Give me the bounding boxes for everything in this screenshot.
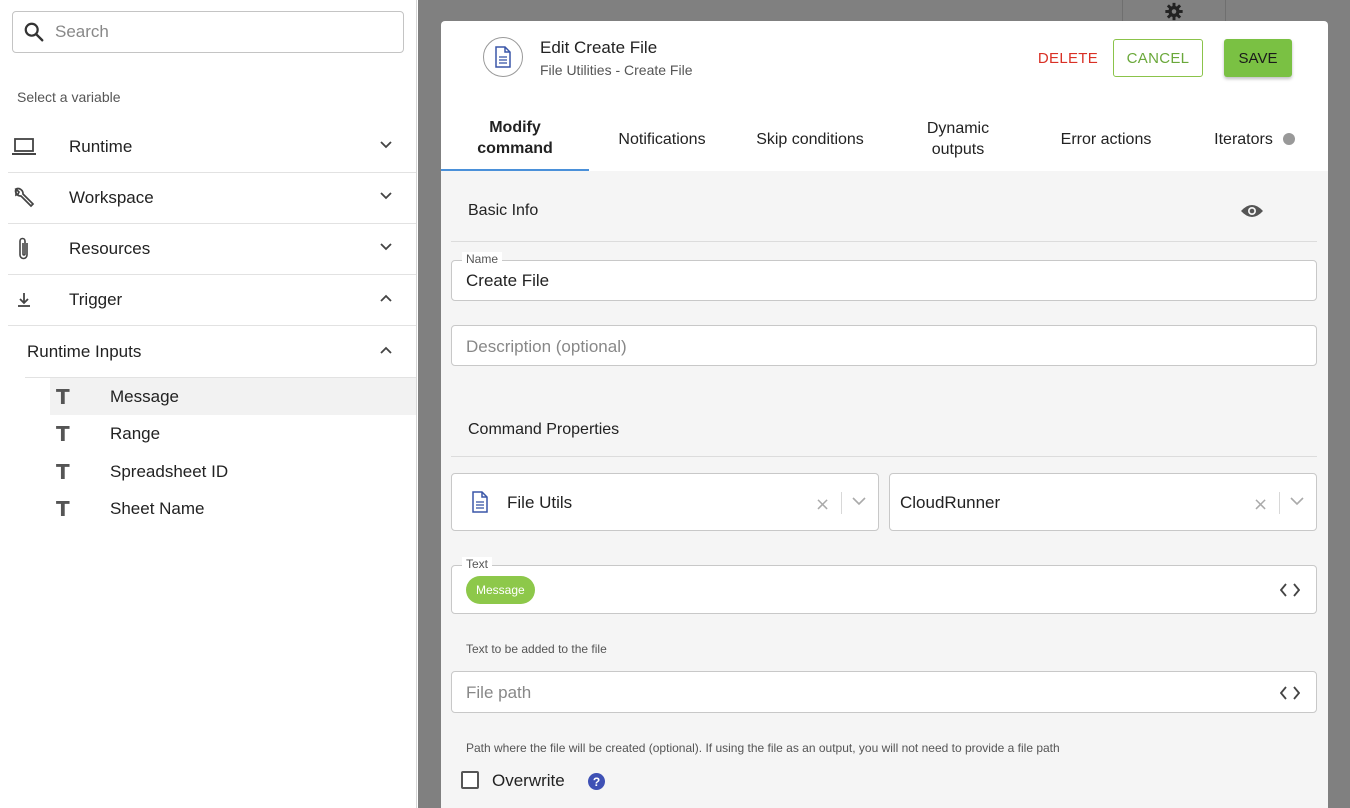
cancel-button[interactable]: CANCEL [1113, 39, 1203, 77]
variable-chip-message[interactable]: Message [466, 576, 535, 604]
divider [451, 456, 1317, 457]
tab-bar: Modify command Notifications Skip conditi… [441, 107, 1328, 171]
save-button[interactable]: SAVE [1224, 39, 1292, 77]
chevron-down-icon[interactable] [380, 243, 392, 251]
chevron-up-icon[interactable] [380, 346, 392, 354]
text-type-icon: T [56, 496, 70, 521]
runner-select[interactable]: CloudRunner × [889, 473, 1317, 531]
group-label: Workspace [69, 188, 154, 207]
modal-title: Edit Create File [540, 38, 658, 57]
delete-button[interactable]: DELETE [1019, 39, 1117, 77]
subgroup-label: Runtime Inputs [27, 342, 142, 361]
group-trigger[interactable]: Trigger [8, 275, 416, 326]
description-field[interactable]: Description (optional) [451, 325, 1317, 366]
help-icon[interactable]: ? [588, 773, 605, 790]
tab-label: command [477, 140, 553, 157]
overwrite-label: Overwrite [492, 771, 565, 790]
basic-info-title: Basic Info [468, 202, 539, 219]
text-type-icon: T [56, 384, 70, 409]
tab-label: Dynamic [926, 120, 990, 137]
text-helper: Text to be added to the file [466, 642, 607, 656]
document-icon [483, 37, 523, 77]
group-label: Resources [69, 239, 151, 258]
group-runtime[interactable]: Runtime [8, 122, 416, 173]
modal-subtitle: File Utilities - Create File [540, 62, 693, 78]
variable-item-message[interactable]: T Message [50, 378, 416, 415]
description-input[interactable]: Description (optional) [466, 337, 627, 357]
tab-error-actions[interactable]: Error actions [1031, 107, 1181, 171]
select-variable-label: Select a variable [17, 89, 121, 105]
chevron-down-icon[interactable] [380, 192, 392, 200]
clear-icon[interactable]: × [815, 494, 830, 515]
eye-icon[interactable] [1240, 203, 1264, 219]
search-input[interactable] [55, 22, 355, 42]
integration-value: File Utils [507, 493, 573, 512]
overwrite-checkbox[interactable] [461, 771, 479, 789]
select-separator [841, 492, 842, 514]
variable-item-range[interactable]: T Range [50, 415, 416, 452]
file-path-input[interactable]: File path [466, 683, 531, 703]
variable-label: Range [110, 423, 161, 443]
divider [451, 241, 1317, 242]
variable-panel: Select a variable Runtime Workspace Reso… [0, 0, 417, 808]
group-workspace[interactable]: Workspace [8, 173, 416, 224]
tab-skip-conditions[interactable]: Skip conditions [735, 107, 885, 171]
chevron-down-icon[interactable] [1290, 497, 1304, 506]
tab-label: Error actions [1060, 130, 1152, 148]
name-field-label: Name [462, 252, 503, 266]
code-icon[interactable] [1280, 583, 1300, 597]
subgroup-runtime-inputs[interactable]: Runtime Inputs [25, 327, 416, 378]
integration-select[interactable]: File Utils × [451, 473, 879, 531]
file-path-field[interactable]: File path [451, 671, 1317, 713]
tab-label: outputs [931, 141, 985, 158]
gear-icon [1165, 2, 1183, 21]
tab-dynamic-outputs[interactable]: Dynamic outputs [885, 107, 1031, 171]
tab-modify-command[interactable]: Modify command [441, 107, 589, 171]
variable-label: Message [110, 386, 179, 406]
tab-label: Skip conditions [756, 130, 864, 148]
modify-command-panel: Basic Info Name Create File Description … [441, 171, 1328, 808]
download-arrow-icon [9, 291, 39, 309]
search-icon [24, 22, 44, 42]
text-type-icon: T [56, 421, 70, 446]
clear-icon[interactable]: × [1253, 494, 1268, 515]
name-input[interactable]: Create File [466, 271, 549, 291]
group-label: Runtime [69, 137, 133, 156]
edit-command-modal: Edit Create File File Utilities - Create… [441, 21, 1328, 808]
text-type-icon: T [56, 459, 70, 484]
wrench-icon [9, 186, 39, 210]
document-icon [472, 491, 488, 513]
chevron-down-icon[interactable] [852, 497, 866, 506]
search-box[interactable] [12, 11, 404, 53]
name-field[interactable]: Name Create File [451, 252, 1317, 301]
tab-label: Iterators [1214, 130, 1273, 148]
group-resources[interactable]: Resources [8, 224, 416, 275]
group-label: Trigger [69, 290, 123, 309]
tab-notifications[interactable]: Notifications [589, 107, 735, 171]
variable-item-sheet-name[interactable]: T Sheet Name [50, 490, 416, 527]
paperclip-icon [9, 236, 39, 262]
runner-value: CloudRunner [900, 493, 1001, 512]
tab-label: Notifications [618, 130, 706, 148]
variable-label: Spreadsheet ID [110, 461, 229, 481]
chevron-down-icon[interactable] [380, 141, 392, 149]
tab-iterators[interactable]: Iterators [1181, 107, 1328, 171]
select-separator [1279, 492, 1280, 514]
laptop-icon [9, 137, 39, 157]
variable-item-spreadsheet-id[interactable]: T Spreadsheet ID [50, 453, 416, 490]
command-properties-title: Command Properties [468, 421, 620, 438]
code-icon[interactable] [1280, 686, 1300, 700]
status-dot-icon [1282, 133, 1295, 145]
variable-label: Sheet Name [110, 498, 205, 518]
file-path-helper: Path where the file will be created (opt… [466, 741, 1060, 755]
text-field[interactable]: Text Message [451, 557, 1317, 614]
text-field-label: Text [462, 557, 493, 571]
chevron-up-icon[interactable] [380, 294, 392, 302]
tab-label: Modify [489, 119, 541, 136]
